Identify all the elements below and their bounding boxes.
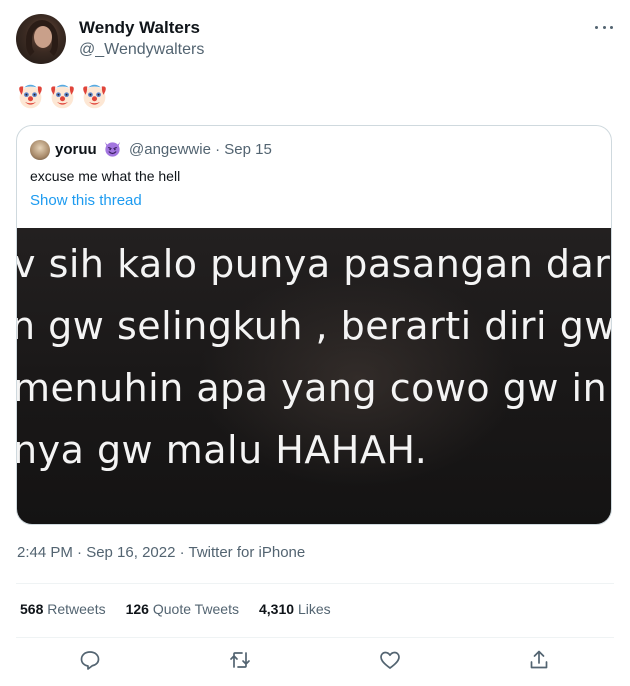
tweet-text bbox=[16, 82, 109, 111]
action-bar bbox=[0, 648, 630, 678]
quoted-avatar[interactable] bbox=[30, 140, 50, 160]
more-options-icon[interactable] bbox=[595, 18, 613, 36]
divider bbox=[16, 637, 614, 638]
engagement-stats: 568 Retweets 126 Quote Tweets 4,310 Like… bbox=[20, 601, 351, 617]
clown-face-icon bbox=[83, 84, 106, 109]
clown-face-icon bbox=[51, 84, 74, 109]
show-thread-link[interactable]: Show this thread bbox=[30, 192, 142, 209]
smiling-devil-icon bbox=[104, 141, 121, 157]
quoted-handle-date: @angewwie · Sep 15 bbox=[129, 141, 272, 158]
divider bbox=[16, 583, 614, 584]
quoted-text: excuse me what the hell bbox=[30, 168, 181, 184]
avatar[interactable] bbox=[16, 14, 66, 64]
retweet-icon[interactable] bbox=[228, 648, 252, 672]
likes-stat[interactable]: 4,310 Likes bbox=[259, 601, 331, 617]
media-text-line: nya gw malu HAHAH. bbox=[17, 428, 428, 472]
media-text-line: menuhin apa yang cowo gw in bbox=[17, 366, 608, 410]
share-icon[interactable] bbox=[527, 648, 551, 672]
retweets-stat[interactable]: 568 Retweets bbox=[20, 601, 106, 617]
tweet-timestamp[interactable]: 2:44 PM · Sep 16, 2022 · Twitter for iPh… bbox=[17, 544, 305, 561]
quote-tweets-stat[interactable]: 126 Quote Tweets bbox=[126, 601, 239, 617]
clown-face-icon bbox=[19, 84, 42, 109]
display-name[interactable]: Wendy Walters bbox=[79, 18, 200, 38]
media-text-line: v sih kalo punya pasangan dar bbox=[17, 242, 611, 286]
reply-icon[interactable] bbox=[78, 648, 102, 672]
quoted-display-name: yoruu bbox=[55, 141, 97, 158]
media-text-line: n gw selingkuh , berarti diri gw bbox=[17, 304, 612, 348]
like-icon[interactable] bbox=[378, 648, 402, 672]
quoted-tweet[interactable]: yoruu @angewwie · Sep 15 excuse me what … bbox=[16, 125, 612, 525]
tweet-card: Wendy Walters @_Wendywalters yoruu @ange… bbox=[0, 0, 630, 686]
user-handle[interactable]: @_Wendywalters bbox=[79, 41, 204, 59]
quoted-media-image[interactable]: v sih kalo punya pasangan dar n gw selin… bbox=[17, 228, 612, 524]
